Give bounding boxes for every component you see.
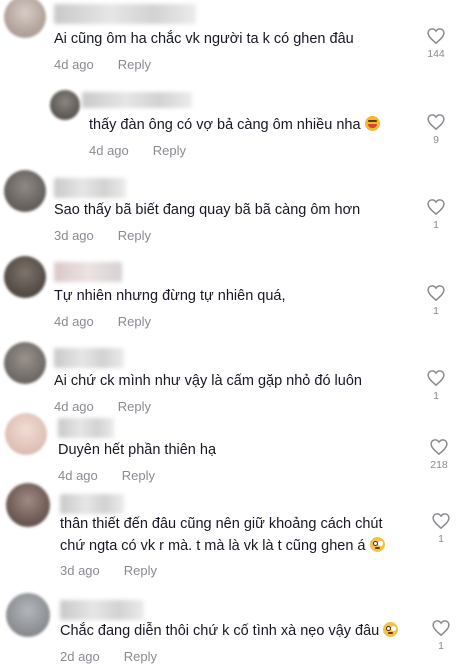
- reply-button[interactable]: Reply: [118, 57, 151, 72]
- comment-meta: 3d ago Reply: [54, 228, 151, 243]
- avatar[interactable]: [4, 0, 46, 38]
- comment-meta: 3d ago Reply: [60, 563, 157, 578]
- like-count: 9: [433, 134, 439, 146]
- comment-meta: 4d ago Reply: [58, 468, 155, 483]
- comment-time: 3d ago: [60, 563, 100, 578]
- heart-icon: [427, 199, 445, 215]
- comment-text: Duyên hết phần thiên hạ: [58, 442, 217, 458]
- comment-text: Sao thấy bã biết đang quay bã bã càng ôm…: [54, 202, 361, 218]
- like-count: 144: [427, 48, 445, 60]
- avatar[interactable]: [4, 170, 46, 212]
- like-button[interactable]: 1: [423, 199, 449, 231]
- reply-button[interactable]: Reply: [153, 143, 186, 158]
- flushed-emoji: [369, 537, 385, 552]
- username-blurred: [58, 418, 114, 438]
- like-count: 1: [438, 640, 444, 652]
- avatar[interactable]: [6, 483, 50, 527]
- avatar[interactable]: [5, 413, 47, 455]
- comment-time: 4d ago: [54, 399, 94, 414]
- reply-button[interactable]: Reply: [122, 468, 155, 483]
- avatar[interactable]: [4, 342, 46, 384]
- comment-text: Ai cũng ôm ha chắc vk người ta k có ghen…: [54, 31, 354, 47]
- comment-text: Ai chứ ck mình như vậy là cấm gặp nhỏ đó…: [54, 373, 362, 389]
- like-button[interactable]: 1: [428, 620, 454, 652]
- comment-meta: 2d ago Reply: [60, 649, 157, 664]
- avatar[interactable]: [50, 90, 80, 120]
- heart-icon: [427, 28, 445, 44]
- flushed-emoji: [383, 622, 399, 637]
- reply-button[interactable]: Reply: [124, 563, 157, 578]
- heart-icon: [432, 620, 450, 636]
- username-blurred: [60, 600, 144, 620]
- username-blurred: [82, 92, 192, 108]
- heart-icon: [427, 285, 445, 301]
- comment-text: thân thiết đến đâu cũng nên giữ khoảng c…: [60, 516, 383, 532]
- avatar[interactable]: [4, 256, 46, 298]
- laugh-emoji: [364, 116, 380, 131]
- avatar[interactable]: [6, 593, 50, 637]
- like-count: 1: [433, 390, 439, 402]
- comment-meta: 4d ago Reply: [54, 314, 151, 329]
- comment-text: Tự nhiên nhưng đừng tự nhiên quá,: [54, 288, 286, 304]
- like-button[interactable]: 1: [423, 370, 449, 402]
- reply-button[interactable]: Reply: [124, 649, 157, 664]
- heart-icon: [430, 439, 448, 455]
- like-count: 1: [433, 305, 439, 317]
- like-button[interactable]: 218: [426, 439, 452, 471]
- comment-time: 3d ago: [54, 228, 94, 243]
- heart-icon: [432, 513, 450, 529]
- username-blurred: [60, 494, 124, 514]
- comment-time: 4d ago: [58, 468, 98, 483]
- like-button[interactable]: 9: [423, 114, 449, 146]
- comment-meta: 4d ago Reply: [54, 57, 151, 72]
- comment-time: 2d ago: [60, 649, 100, 664]
- like-count: 218: [430, 459, 448, 471]
- comment-time: 4d ago: [89, 143, 129, 158]
- username-blurred: [54, 4, 196, 24]
- like-count: 1: [438, 533, 444, 545]
- reply-button[interactable]: Reply: [118, 228, 151, 243]
- like-button[interactable]: 144: [423, 28, 449, 60]
- username-blurred: [54, 262, 122, 282]
- comment-text-line-2: chứ ngta có vk r mà. t mà là vk là t cũn…: [60, 535, 385, 557]
- comment-time: 4d ago: [54, 57, 94, 72]
- comment-text: thấy đàn ông có vợ bả càng ôm nhiều nha: [89, 114, 380, 136]
- comment-meta: 4d ago Reply: [54, 399, 151, 414]
- heart-icon: [427, 370, 445, 386]
- heart-icon: [427, 114, 445, 130]
- username-blurred: [54, 348, 124, 368]
- comment-text: Chắc đang diễn thôi chứ k cố tình xà nẹo…: [60, 620, 399, 642]
- reply-button[interactable]: Reply: [118, 399, 151, 414]
- like-button[interactable]: 1: [428, 513, 454, 545]
- reply-button[interactable]: Reply: [118, 314, 151, 329]
- like-count: 1: [433, 219, 439, 231]
- comment-meta: 4d ago Reply: [89, 143, 186, 158]
- username-blurred: [54, 178, 126, 198]
- like-button[interactable]: 1: [423, 285, 449, 317]
- comment-time: 4d ago: [54, 314, 94, 329]
